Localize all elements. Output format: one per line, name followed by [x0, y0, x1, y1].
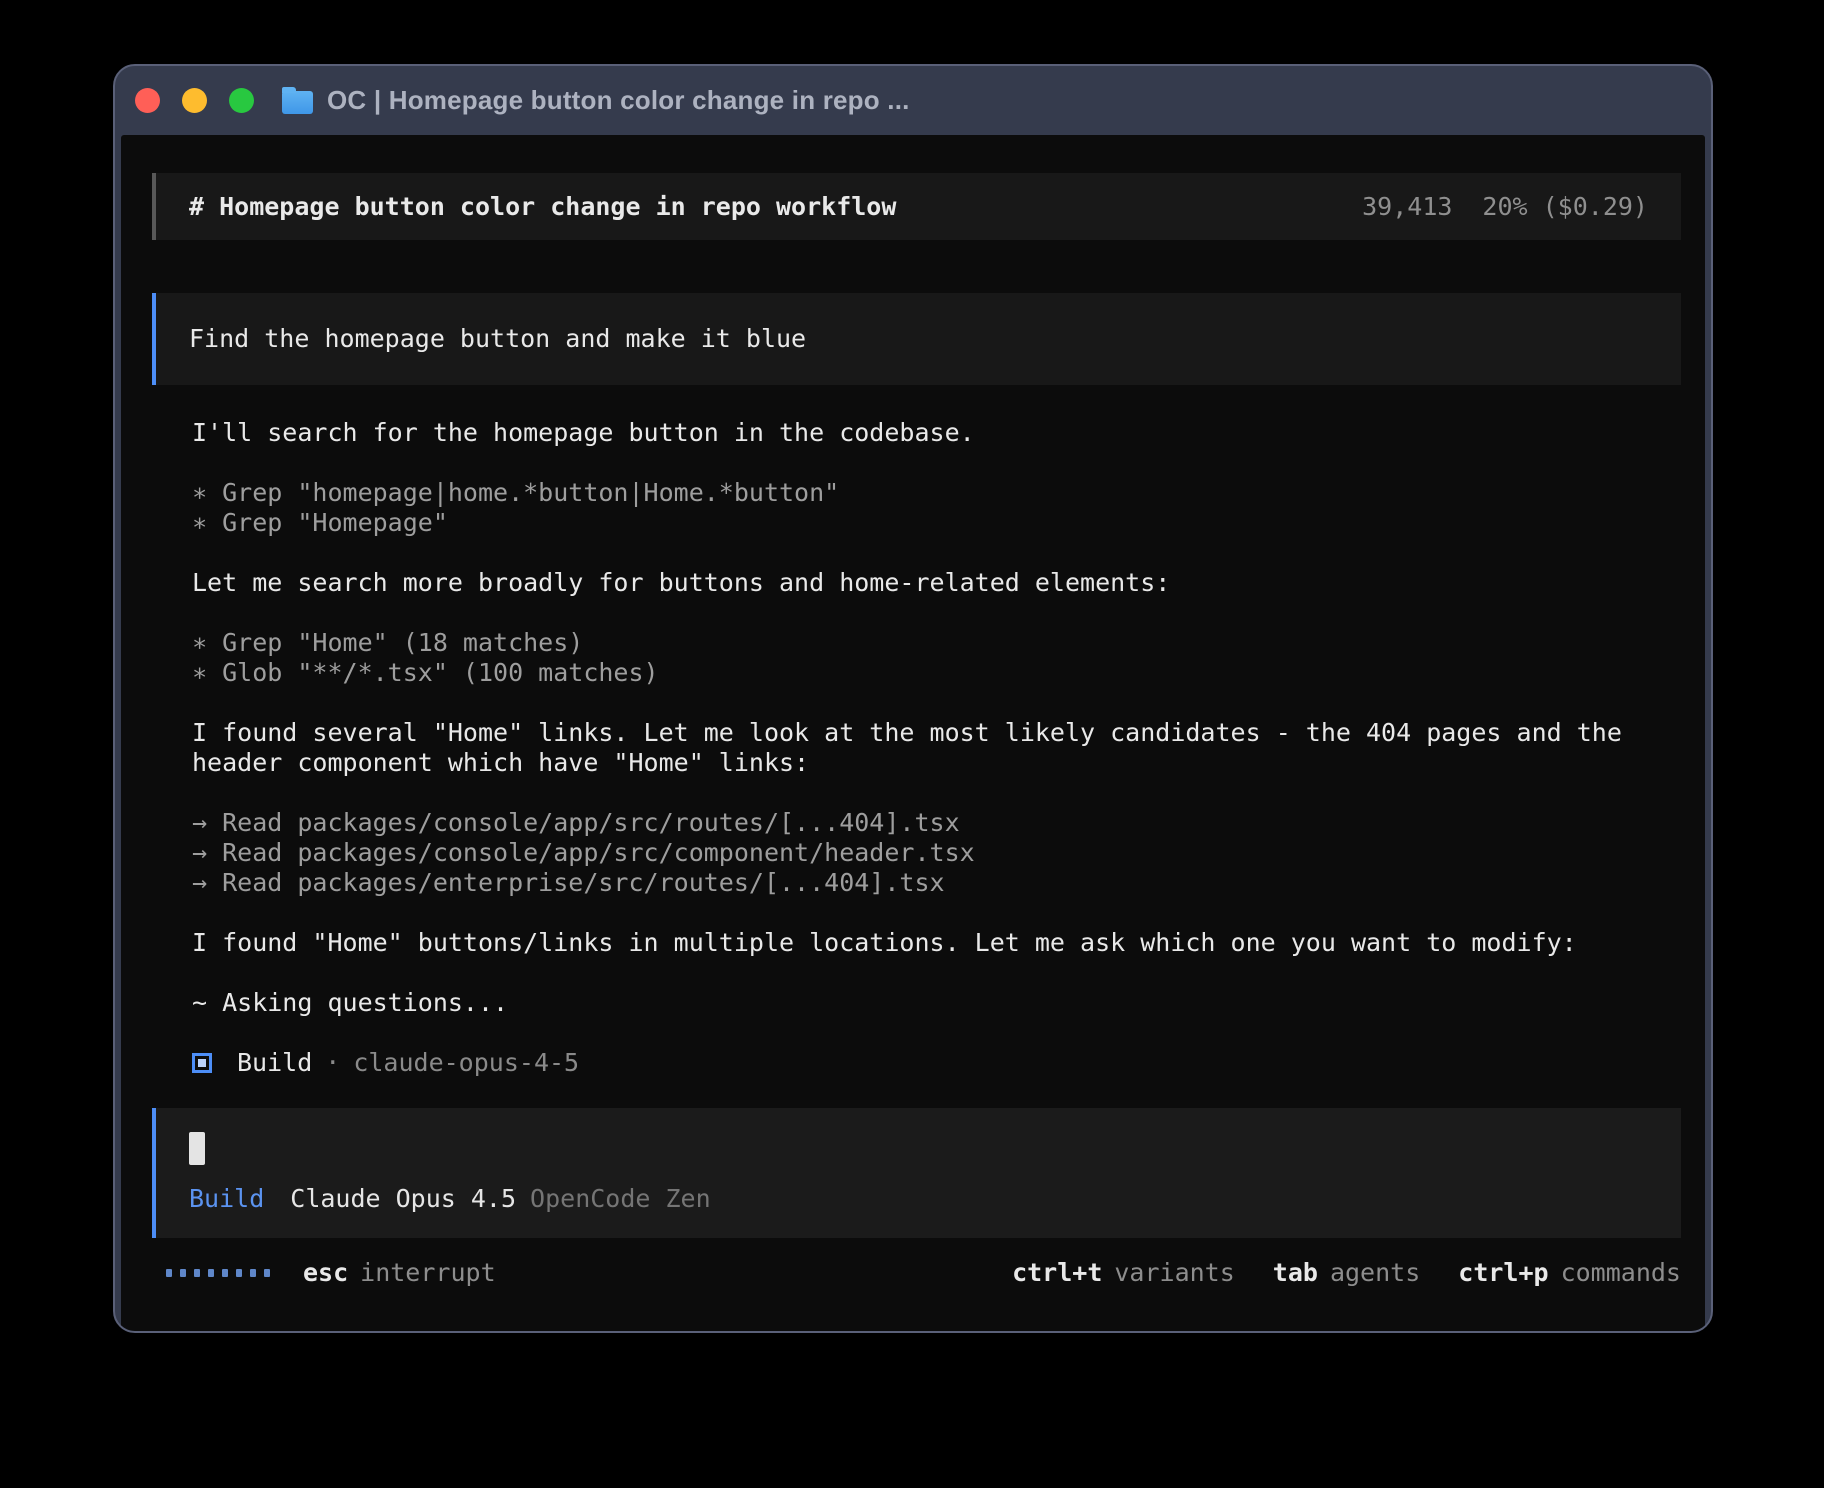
- titlebar[interactable]: OC | Homepage button color change in rep…: [115, 66, 1711, 135]
- shortcut-key: ctrl+p: [1458, 1258, 1548, 1288]
- assistant-text-line: I'll search for the homepage button in t…: [192, 418, 1681, 448]
- user-message: Find the homepage button and make it blu…: [152, 293, 1681, 385]
- spinner-dot: [194, 1269, 200, 1277]
- assistant-paragraph: I'll search for the homepage button in t…: [192, 418, 1681, 448]
- statusbar-shortcuts: ctrl+t variants tab agents ctrl+p commands: [1012, 1258, 1681, 1288]
- assistant-paragraph: ~ Asking questions...: [192, 988, 1681, 1018]
- tool-call-line: → Read packages/console/app/src/componen…: [192, 838, 1681, 868]
- assistant-paragraph: Let me search more broadly for buttons a…: [192, 568, 1681, 598]
- tool-call-group: ∗ Grep "Home" (18 matches)∗ Glob "**/*.t…: [192, 628, 1681, 688]
- user-message-text: Find the homepage button and make it blu…: [189, 324, 806, 354]
- context-percent-cost: 20% ($0.29): [1482, 192, 1648, 222]
- assistant-text-line: header component which have "Home" links…: [192, 748, 1681, 778]
- assistant-text-line: I found "Home" buttons/links in multiple…: [192, 928, 1681, 958]
- input-provider-label: OpenCode Zen: [530, 1184, 711, 1214]
- tool-call-line: ∗ Grep "Homepage": [192, 508, 1681, 538]
- agent-separator: ·: [325, 1048, 340, 1078]
- zoom-window-button[interactable]: [229, 88, 254, 113]
- shortcut-key: ctrl+t: [1012, 1258, 1102, 1288]
- spinner-dot: [222, 1269, 228, 1277]
- input-mode-line: Build Claude Opus 4.5 OpenCode Zen: [189, 1184, 1648, 1214]
- agent-status-line: Build · claude-opus-4-5: [192, 1048, 1681, 1078]
- token-count: 39,413: [1362, 192, 1452, 222]
- window-title: OC | Homepage button color change in rep…: [327, 85, 910, 116]
- tool-call-line: ∗ Grep "Home" (18 matches): [192, 628, 1681, 658]
- tool-call-line: ∗ Glob "**/*.tsx" (100 matches): [192, 658, 1681, 688]
- assistant-paragraph: I found "Home" buttons/links in multiple…: [192, 928, 1681, 958]
- spinner-dot: [264, 1269, 270, 1277]
- shortcut-label: commands: [1561, 1258, 1681, 1288]
- shortcut-key: tab: [1273, 1258, 1318, 1288]
- spinner-dot: [208, 1269, 214, 1277]
- session-header: # Homepage button color change in repo w…: [152, 173, 1681, 240]
- agent-model: claude-opus-4-5: [353, 1048, 579, 1078]
- interrupt-label: interrupt: [360, 1258, 495, 1288]
- tool-call-line: → Read packages/enterprise/src/routes/[.…: [192, 868, 1681, 898]
- assistant-text-line: Let me search more broadly for buttons a…: [192, 568, 1681, 598]
- working-spinner-dots: [166, 1269, 270, 1277]
- statusbar: esc interrupt ctrl+tvariantstabagentsctr…: [166, 1258, 1681, 1288]
- shortcut-commands: ctrl+p commands: [1458, 1258, 1681, 1288]
- assistant-text-line: I found several "Home" links. Let me loo…: [192, 718, 1681, 748]
- spinner-dot: [166, 1269, 172, 1277]
- input-agent-label[interactable]: Build: [189, 1184, 264, 1214]
- session-meta: 39,413 20% ($0.29): [1362, 192, 1648, 222]
- tool-call-group: ∗ Grep "homepage|home.*button|Home.*butt…: [192, 478, 1681, 538]
- agent-name: Build: [237, 1048, 312, 1078]
- assistant-response: I'll search for the homepage button in t…: [192, 418, 1681, 1018]
- spinner-dot: [250, 1269, 256, 1277]
- statusbar-left: esc interrupt: [166, 1258, 496, 1288]
- shortcut-label: agents: [1330, 1258, 1420, 1288]
- session-title: # Homepage button color change in repo w…: [189, 192, 896, 222]
- tool-call-line: ∗ Grep "homepage|home.*button|Home.*butt…: [192, 478, 1681, 508]
- agent-build-icon: [192, 1053, 212, 1073]
- interrupt-key: esc: [303, 1258, 348, 1288]
- input-model-label[interactable]: Claude Opus 4.5: [290, 1184, 516, 1214]
- minimize-window-button[interactable]: [182, 88, 207, 113]
- spinner-dot: [180, 1269, 186, 1277]
- shortcut-label: variants: [1114, 1258, 1234, 1288]
- assistant-paragraph: I found several "Home" links. Let me loo…: [192, 718, 1681, 778]
- terminal-window: OC | Homepage button color change in rep…: [113, 64, 1713, 1333]
- folder-icon: [282, 91, 313, 114]
- shortcut-agents: tab agents: [1273, 1258, 1420, 1288]
- text-cursor: [189, 1132, 205, 1165]
- tool-call-line: → Read packages/console/app/src/routes/[…: [192, 808, 1681, 838]
- close-window-button[interactable]: [135, 88, 160, 113]
- assistant-text-line: ~ Asking questions...: [192, 988, 1681, 1018]
- terminal-content: # Homepage button color change in repo w…: [121, 135, 1705, 1331]
- spinner-dot: [236, 1269, 242, 1277]
- shortcut-variants: ctrl+t variants: [1012, 1258, 1235, 1288]
- traffic-lights: [135, 88, 254, 113]
- tool-call-group: → Read packages/console/app/src/routes/[…: [192, 808, 1681, 898]
- prompt-input[interactable]: Build Claude Opus 4.5 OpenCode Zen: [152, 1108, 1681, 1238]
